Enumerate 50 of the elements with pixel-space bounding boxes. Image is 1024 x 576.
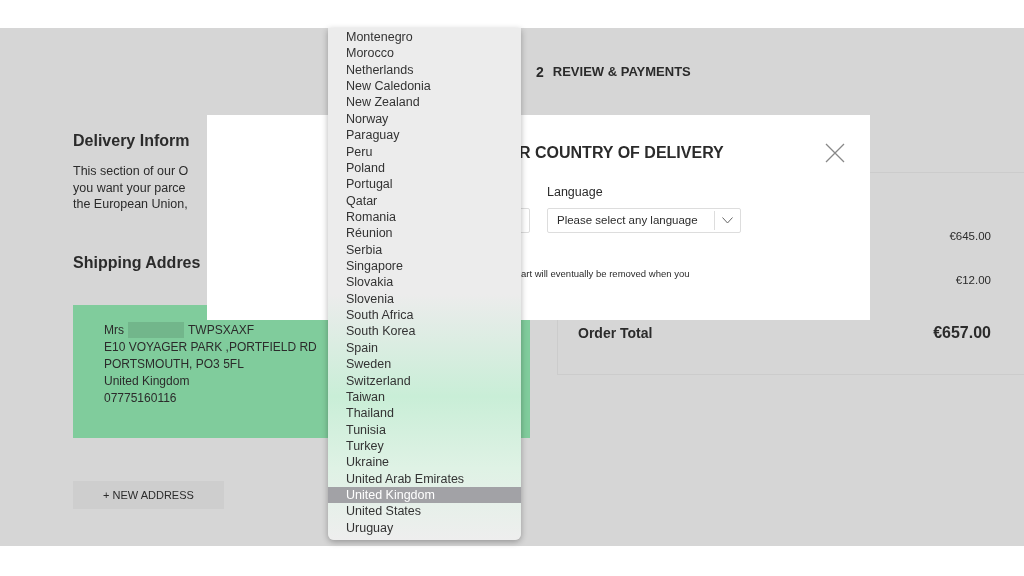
- address-line: United Kingdom: [104, 372, 190, 390]
- dropdown-option[interactable]: Spain: [328, 339, 521, 357]
- field-label: Language: [547, 184, 603, 200]
- summary-amount: €645.00: [949, 229, 991, 244]
- section-title: Shipping Addres: [73, 252, 201, 273]
- dropdown-option[interactable]: Turkey: [328, 438, 521, 455]
- dropdown-option[interactable]: Serbia: [328, 241, 521, 259]
- section-description: This section of our O you want your parce the European Union,: [73, 163, 189, 213]
- step-number: 2: [536, 64, 544, 80]
- modal-note: art will eventually be removed when you: [521, 267, 690, 280]
- section-title: Delivery Inform: [73, 131, 190, 151]
- dropdown-option[interactable]: Thailand: [328, 405, 521, 422]
- address-line: PORTSMOUTH, PO3 5FL: [104, 355, 244, 373]
- address-line: E10 VOYAGER PARK ,PORTFIELD RD: [104, 338, 317, 356]
- dropdown-option[interactable]: New Zealand: [328, 94, 521, 111]
- order-total-label: Order Total: [578, 324, 653, 343]
- language-select[interactable]: Please select any language: [547, 208, 741, 233]
- dropdown-option[interactable]: South Africa: [328, 307, 521, 324]
- dropdown-option[interactable]: Montenegro: [328, 29, 521, 46]
- summary-amount: €12.00: [955, 273, 991, 288]
- close-icon[interactable]: [825, 143, 845, 163]
- dropdown-option[interactable]: Romania: [328, 208, 521, 226]
- dropdown-option[interactable]: Singapore: [328, 258, 521, 275]
- dropdown-option[interactable]: Portugal: [328, 176, 521, 193]
- dropdown-option[interactable]: Qatar: [328, 192, 521, 209]
- dropdown-option[interactable]: South Korea: [328, 323, 521, 340]
- new-address-button[interactable]: + NEW ADDRESS: [73, 480, 224, 509]
- dropdown-option[interactable]: Peru: [328, 143, 521, 160]
- order-total-amount: €657.00: [933, 323, 991, 343]
- step-label: REVIEW & PAYMENTS: [552, 64, 691, 80]
- dropdown-option[interactable]: Uruguay: [328, 519, 521, 537]
- dropdown-option[interactable]: Switzerland: [328, 372, 521, 389]
- dropdown-option[interactable]: United States: [328, 503, 521, 520]
- dropdown-option[interactable]: New Caledonia: [328, 78, 521, 95]
- dropdown-option[interactable]: Taiwan: [328, 388, 521, 406]
- dropdown-option[interactable]: Poland: [328, 159, 521, 177]
- dropdown-option[interactable]: Paraguay: [328, 127, 521, 144]
- chevron-down-icon: [722, 217, 733, 224]
- dropdown-option[interactable]: Netherlands: [328, 61, 521, 79]
- dropdown-option[interactable]: Slovakia: [328, 274, 521, 291]
- dropdown-option[interactable]: Tunisia: [328, 421, 521, 438]
- address-line: 07775160116: [104, 389, 177, 407]
- dropdown-option[interactable]: Ukraine: [328, 454, 521, 471]
- dropdown-option[interactable]: Sweden: [328, 356, 521, 373]
- dropdown-option[interactable]: Réunion: [328, 225, 521, 242]
- dropdown-option[interactable]: United Arab Emirates: [328, 470, 521, 488]
- address-surname: TWPSXAXF: [188, 321, 254, 339]
- dropdown-option[interactable]: Norway: [328, 110, 521, 128]
- dropdown-option[interactable]: Morocco: [328, 45, 521, 62]
- address-salutation: Mrs: [104, 321, 124, 339]
